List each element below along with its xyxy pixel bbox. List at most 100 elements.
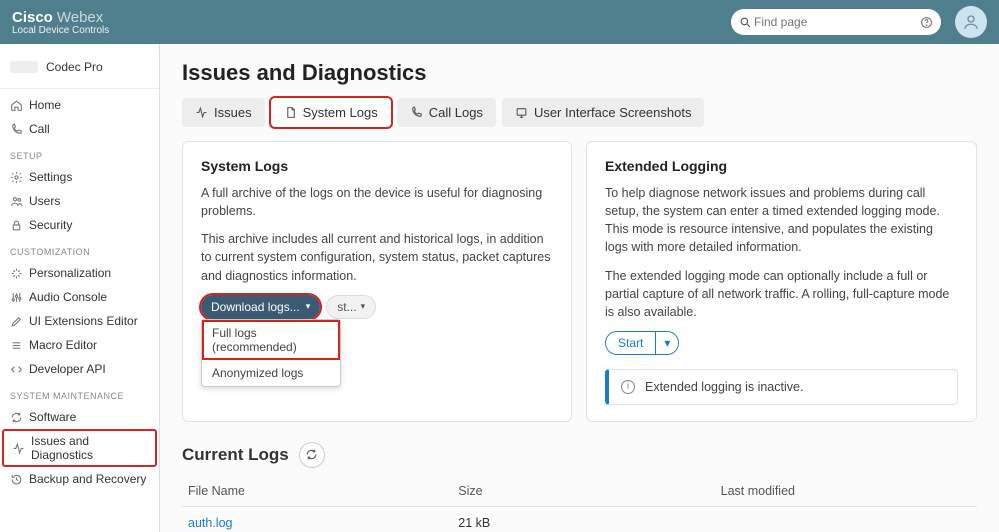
table-row: auth.log 21 kB xyxy=(182,506,977,532)
sidebar-section-maintenance: SYSTEM MAINTENANCE xyxy=(0,381,159,405)
log-file-link[interactable]: auth.log xyxy=(188,516,232,530)
panel-text: The extended logging mode can optionally… xyxy=(605,267,958,321)
sidebar-item-label: Macro Editor xyxy=(29,338,97,352)
tab-label: User Interface Screenshots xyxy=(534,105,692,120)
panel-extended-logging: Extended Logging To help diagnose networ… xyxy=(586,141,977,422)
user-avatar[interactable] xyxy=(955,6,987,38)
file-icon xyxy=(284,106,297,119)
main-content: Issues and Diagnostics Issues System Log… xyxy=(160,44,999,532)
sidebar-item-settings[interactable]: Settings xyxy=(0,165,159,189)
sidebar-section-customization: CUSTOMIZATION xyxy=(0,237,159,261)
sidebar-item-developer-api[interactable]: Developer API xyxy=(0,357,159,381)
device-name: Codec Pro xyxy=(46,60,103,74)
dropdown-option-anonymized-logs[interactable]: Anonymized logs xyxy=(202,360,340,386)
sidebar-item-call[interactable]: Call xyxy=(0,117,159,141)
sidebar-item-audio-console[interactable]: Audio Console xyxy=(0,285,159,309)
phone-icon xyxy=(10,123,23,136)
sidebar-item-label: Call xyxy=(29,122,50,136)
caret-down-icon: ▾ xyxy=(361,301,366,312)
sidebar-item-macro-editor[interactable]: Macro Editor xyxy=(0,333,159,357)
panel-text: To help diagnose network issues and prob… xyxy=(605,184,958,257)
gear-icon xyxy=(10,171,23,184)
current-logs-table: File Name Size Last modified auth.log21 … xyxy=(182,476,977,532)
log-size: 21 kB xyxy=(452,506,714,532)
tab-issues[interactable]: Issues xyxy=(182,98,265,127)
activity-icon xyxy=(12,442,25,455)
start-caret-button[interactable]: ▾ xyxy=(655,332,678,354)
panel-title: System Logs xyxy=(201,158,553,174)
code-icon xyxy=(10,363,23,376)
info-icon: i xyxy=(621,380,635,394)
refresh-button[interactable] xyxy=(299,442,325,468)
search-box[interactable] xyxy=(731,9,941,35)
current-logs-title-row: Current Logs xyxy=(182,442,977,468)
search-input[interactable] xyxy=(752,14,920,30)
top-bar: Cisco Webex Local Device Controls xyxy=(0,0,999,44)
page-title: Issues and Diagnostics xyxy=(182,60,977,86)
device-image xyxy=(10,61,38,73)
panel-text: A full archive of the logs on the device… xyxy=(201,184,553,220)
pencil-icon xyxy=(10,315,23,328)
button-label: st... xyxy=(337,300,356,314)
status-text: Extended logging is inactive. xyxy=(645,380,803,394)
sidebar-item-label: Backup and Recovery xyxy=(29,472,146,486)
tab-ui-screenshots[interactable]: User Interface Screenshots xyxy=(502,98,705,127)
history-icon xyxy=(10,473,23,486)
sidebar-item-label: Audio Console xyxy=(29,290,107,304)
device-block[interactable]: Codec Pro xyxy=(0,50,159,89)
users-icon xyxy=(10,195,23,208)
tab-bar: Issues System Logs Call Logs User Interf… xyxy=(182,98,977,127)
tab-call-logs[interactable]: Call Logs xyxy=(397,98,496,127)
sidebar-item-home[interactable]: Home xyxy=(0,93,159,117)
tab-label: System Logs xyxy=(303,105,378,120)
button-label: Download logs... xyxy=(211,300,300,314)
tab-label: Call Logs xyxy=(429,105,483,120)
history-button[interactable]: st... ▾ xyxy=(326,295,376,319)
sidebar-item-issues-diagnostics[interactable]: Issues and Diagnostics xyxy=(2,429,157,467)
sidebar: Codec Pro Home Call SETUP Settings Users… xyxy=(0,44,160,532)
sidebar-item-software[interactable]: Software xyxy=(0,405,159,429)
help-icon[interactable] xyxy=(920,16,933,29)
sidebar-item-personalization[interactable]: Personalization xyxy=(0,261,159,285)
download-logs-menu[interactable]: Download logs... ▾ Full logs (recommende… xyxy=(201,295,320,319)
sidebar-item-security[interactable]: Security xyxy=(0,213,159,237)
search-icon xyxy=(739,16,752,29)
screenshot-icon xyxy=(515,106,528,119)
activity-icon xyxy=(195,106,208,119)
section-title: Current Logs xyxy=(182,445,289,465)
refresh-icon xyxy=(10,411,23,424)
brand-webex: Webex xyxy=(57,9,103,26)
home-icon xyxy=(10,99,23,112)
extended-logging-status: i Extended logging is inactive. xyxy=(605,369,958,405)
tab-label: Issues xyxy=(214,105,252,120)
sidebar-item-users[interactable]: Users xyxy=(0,189,159,213)
sidebar-item-label: Software xyxy=(29,410,76,424)
refresh-icon xyxy=(305,448,318,461)
sparkle-icon xyxy=(10,267,23,280)
download-logs-button[interactable]: Download logs... ▾ xyxy=(201,295,320,319)
tab-system-logs[interactable]: System Logs xyxy=(271,98,391,127)
sidebar-item-ui-extensions[interactable]: UI Extensions Editor xyxy=(0,309,159,333)
sidebar-item-label: Security xyxy=(29,218,72,232)
col-last-modified: Last modified xyxy=(715,476,977,507)
list-icon xyxy=(10,339,23,352)
caret-down-icon: ▾ xyxy=(306,301,311,312)
sidebar-item-label: Home xyxy=(29,98,61,112)
col-file-name: File Name xyxy=(182,476,452,507)
sidebar-item-backup-recovery[interactable]: Backup and Recovery xyxy=(0,467,159,491)
download-logs-dropdown: Full logs (recommended) Anonymized logs xyxy=(201,319,341,387)
sidebar-item-label: Personalization xyxy=(29,266,111,280)
sidebar-item-label: Developer API xyxy=(29,362,106,376)
panel-title: Extended Logging xyxy=(605,158,958,174)
sidebar-item-label: Issues and Diagnostics xyxy=(31,434,147,462)
sidebar-item-label: Settings xyxy=(29,170,72,184)
dropdown-option-full-logs[interactable]: Full logs (recommended) xyxy=(202,320,340,360)
sliders-icon xyxy=(10,291,23,304)
sidebar-item-label: Users xyxy=(29,194,60,208)
log-modified xyxy=(715,506,977,532)
start-button[interactable]: Start xyxy=(606,332,655,354)
panel-text: This archive includes all current and hi… xyxy=(201,230,553,284)
panel-system-logs: System Logs A full archive of the logs o… xyxy=(182,141,572,422)
lock-icon xyxy=(10,219,23,232)
start-button-group[interactable]: Start ▾ xyxy=(605,331,679,355)
